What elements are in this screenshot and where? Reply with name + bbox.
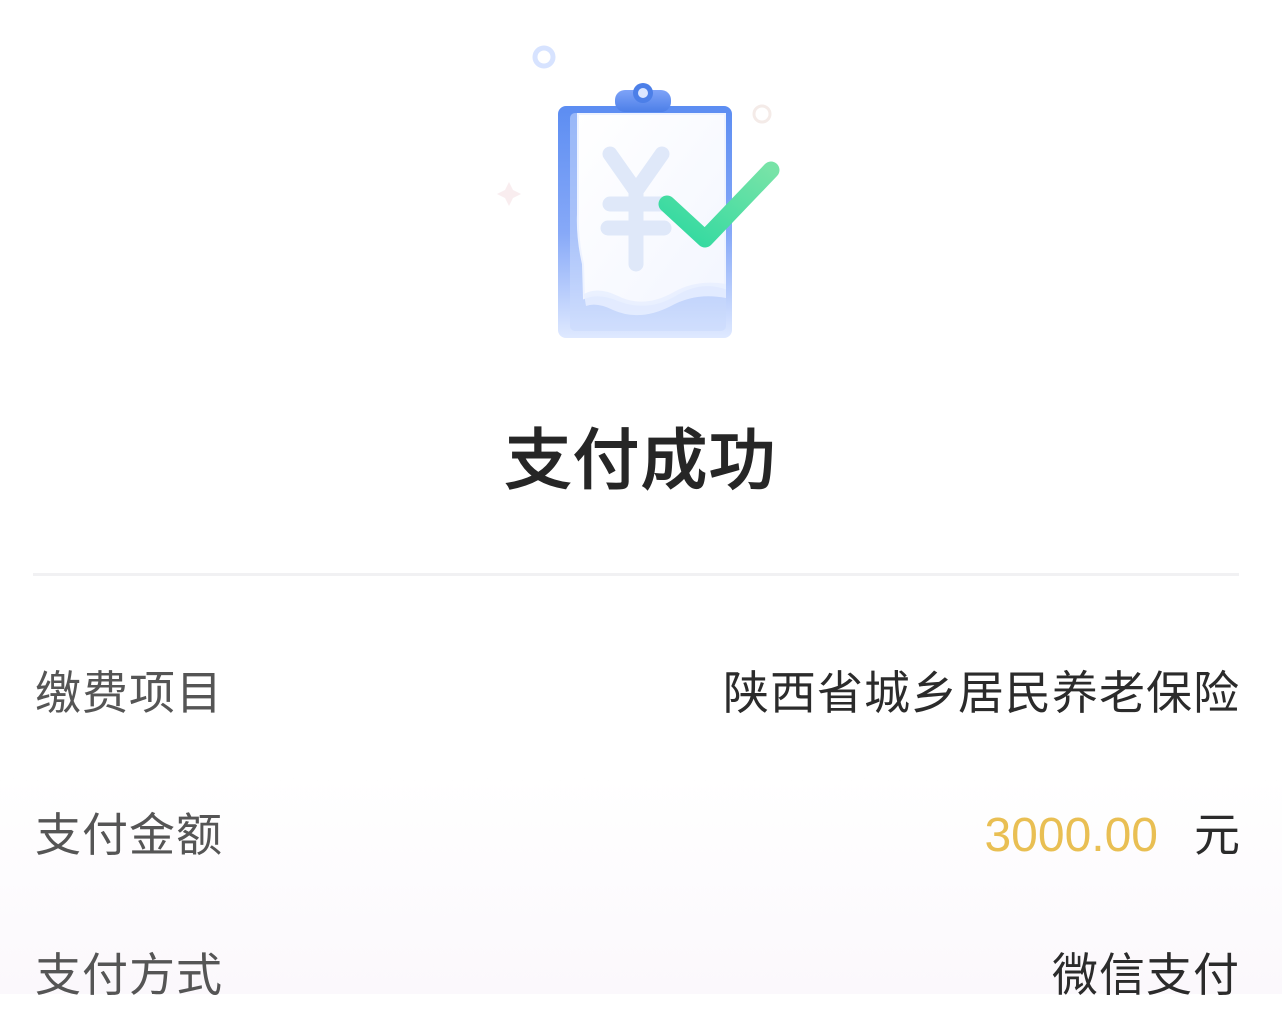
clipboard-clip-ring-icon <box>638 88 648 98</box>
payment-method-label: 支付方式 <box>35 948 223 1002</box>
decorative-spark-icon <box>497 182 521 206</box>
payment-method-value: 微信支付 <box>1052 948 1240 1002</box>
payment-success-title: 支付成功 <box>505 422 777 500</box>
payment-success-icon <box>497 45 780 338</box>
payment-amount-number: 3000.00 <box>984 809 1158 862</box>
payment-amount-row: 支付金额 3000.00 元 <box>35 792 1240 872</box>
decorative-circle-left-icon <box>532 45 556 69</box>
section-divider <box>33 573 1239 576</box>
payment-item-label: 缴费项目 <box>35 666 223 720</box>
payment-amount-value-group: 3000.00 元 <box>984 799 1240 865</box>
payment-item-value: 陕西省城乡居民养老保险 <box>723 666 1240 720</box>
payment-method-row: 支付方式 微信支付 <box>35 932 1240 1012</box>
payment-amount-label: 支付金额 <box>35 808 223 862</box>
payment-item-row: 缴费项目 陕西省城乡居民养老保险 <box>35 650 1240 730</box>
payment-amount-unit: 元 <box>1194 808 1240 862</box>
decorative-circle-right-icon <box>752 104 772 124</box>
payment-success-header: 支付成功 <box>0 0 1282 520</box>
